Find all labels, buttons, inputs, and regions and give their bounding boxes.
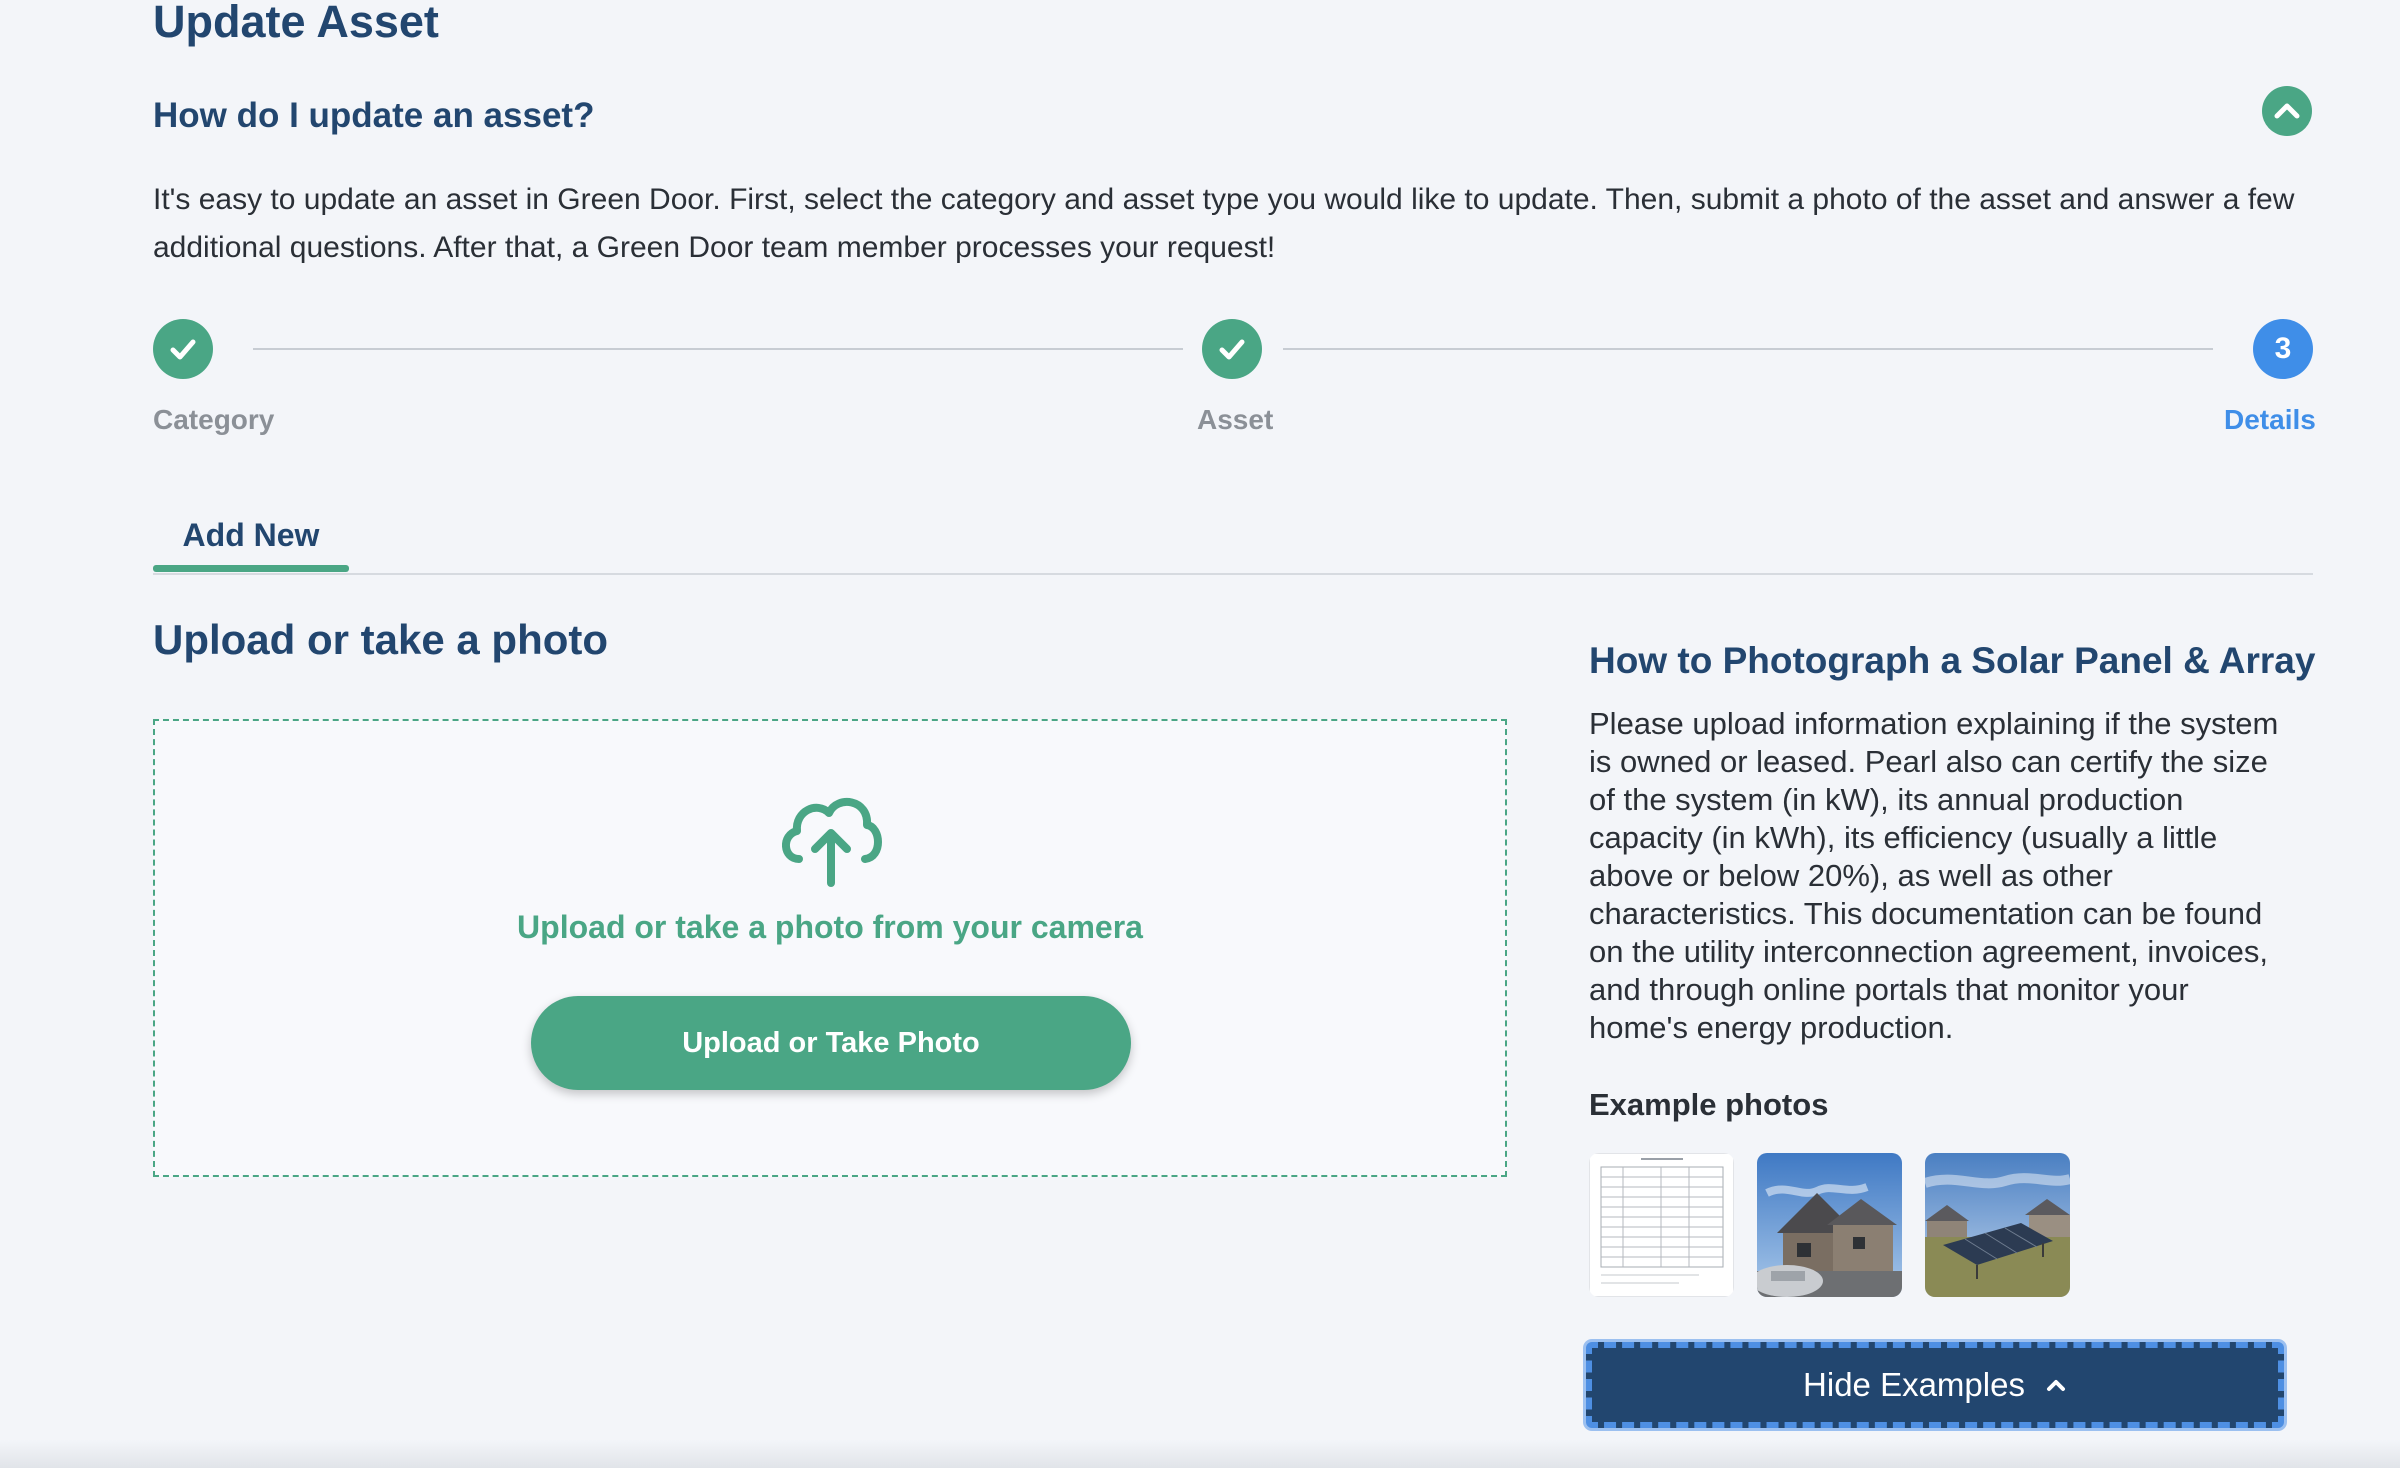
example-photo-solar-array[interactable] [1925,1153,2070,1297]
faq-answer: It's easy to update an asset in Green Do… [153,183,2295,264]
faq-collapse-button[interactable] [2262,86,2312,136]
chevron-up-icon [2046,1380,2065,1391]
step-label-asset: Asset [1197,404,1274,435]
guide-title: How to Photograph a Solar Panel & Array [1589,640,2316,681]
upload-photo-button[interactable]: Upload or Take Photo [531,996,1131,1090]
upload-heading: Upload or take a photo [153,616,609,663]
example-photo-document[interactable] [1589,1153,1734,1297]
faq-question: How do I update an asset? [153,96,595,135]
step-label-category: Category [153,404,275,435]
example-photo-house[interactable] [1757,1153,1902,1297]
hide-examples-label: Hide Examples [1803,1366,2025,1403]
upload-prompt: Upload or take a photo from your camera [517,909,1143,945]
page-bottom-shadow [0,1440,2400,1468]
step-connector [253,348,1183,350]
guide-text: Please upload information explaining if … [1589,706,2279,1045]
page-title: Update Asset [153,0,439,47]
step-connector [1283,348,2213,350]
examples-label: Example photos [1589,1087,1829,1122]
tab-add-new[interactable]: Add New [153,500,349,570]
check-icon [1219,339,1245,360]
cloud-upload-icon [782,798,882,887]
tab-active-indicator [153,565,349,572]
step-label-details: Details [2224,404,2316,435]
step-details-circle: 3 [2253,319,2313,379]
step-category-circle [153,319,213,379]
chevron-up-icon [2274,103,2300,119]
check-icon [170,339,196,360]
step-asset-circle [1202,319,1262,379]
tab-divider [153,573,2313,575]
hide-examples-button[interactable]: Hide Examples [1586,1342,2284,1428]
